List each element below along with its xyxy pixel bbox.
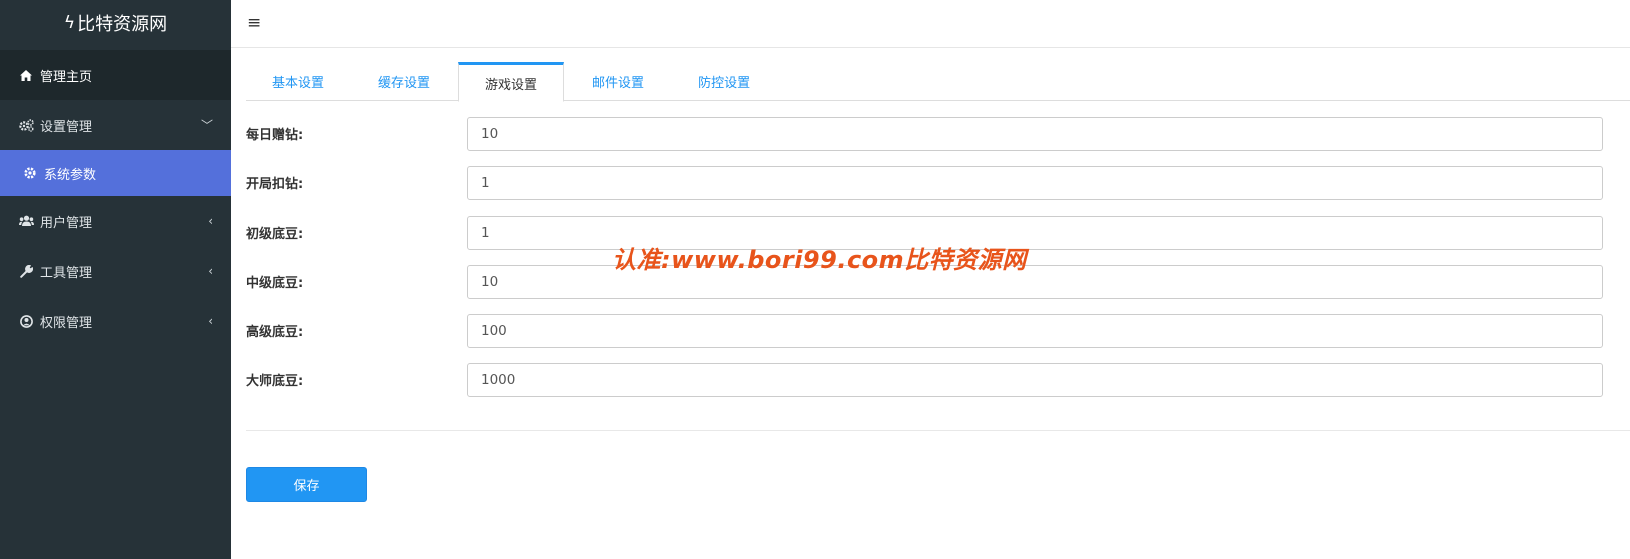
- tab-cache[interactable]: 缓存设置: [352, 62, 456, 101]
- form-row-start-deduct: 开局扣钻:: [246, 163, 1606, 212]
- sidebar-item-label: 用户管理: [40, 215, 93, 231]
- settings-tabs: 基本设置 缓存设置 游戏设置 邮件设置 防控设置: [246, 62, 1630, 102]
- sidebar-item-label: 工具管理: [40, 265, 93, 281]
- menu-toggle-icon[interactable]: ≡: [247, 13, 261, 33]
- field-label: 初级底豆:: [246, 226, 304, 242]
- gears-icon: [18, 118, 34, 132]
- top-bar: ≡: [231, 0, 1630, 48]
- sidebar-item-system-params[interactable]: 系统参数: [0, 150, 231, 196]
- form-row-daily-diamonds: 每日赠钻:: [246, 114, 1606, 163]
- sidebar-item-label: 系统参数: [44, 167, 97, 183]
- tab-security[interactable]: 防控设置: [672, 62, 776, 101]
- home-icon: [18, 69, 34, 81]
- field-label: 每日赠钻:: [246, 128, 304, 143]
- wrench-icon: [18, 264, 34, 278]
- form-row-master-base: 大师底豆:: [246, 360, 1606, 409]
- app-window: ϟ 比特资源网 管理主页 设置管理 ﹀ 系统参数 用户管理 ‹ 工具管理 ‹ 权…: [0, 0, 1630, 559]
- chevron-left-icon: ‹: [208, 214, 213, 228]
- field-label: 大师底豆:: [246, 374, 304, 390]
- chevron-left-icon: ‹: [208, 264, 213, 278]
- gear-icon: [22, 167, 38, 179]
- chevron-left-icon: ‹: [208, 314, 213, 328]
- sidebar-item-settings[interactable]: 设置管理 ﹀: [0, 100, 231, 150]
- user-circle-icon: [18, 314, 34, 328]
- daily-diamonds-input[interactable]: [467, 117, 1603, 151]
- brand-logo[interactable]: ϟ 比特资源网: [0, 0, 231, 46]
- form-row-senior-base: 高级底豆:: [246, 311, 1606, 360]
- users-icon: [18, 215, 34, 227]
- sidebar-menu: 管理主页 设置管理 ﹀ 系统参数 用户管理 ‹ 工具管理 ‹ 权限管理 ‹: [0, 50, 231, 346]
- sidebar-item-home[interactable]: 管理主页: [0, 50, 231, 100]
- watermark: 认准:www.bori99.com比特资源网: [612, 246, 1027, 274]
- bolt-icon: ϟ: [63, 13, 76, 33]
- sidebar-item-label: 管理主页: [40, 69, 93, 85]
- field-label: 中级底豆:: [246, 275, 304, 291]
- tab-mail[interactable]: 邮件设置: [566, 62, 670, 101]
- field-label: 高级底豆:: [246, 325, 304, 341]
- senior-base-input[interactable]: [467, 314, 1603, 349]
- start-deduct-input[interactable]: [467, 166, 1603, 201]
- sidebar: ϟ 比特资源网 管理主页 设置管理 ﹀ 系统参数 用户管理 ‹ 工具管理 ‹ 权…: [0, 0, 231, 559]
- brand-title: 比特资源网: [77, 14, 168, 35]
- sidebar-item-label: 设置管理: [40, 119, 93, 135]
- save-button[interactable]: 保存: [246, 467, 367, 502]
- field-label: 开局扣钻:: [246, 177, 304, 193]
- chevron-down-icon: ﹀: [200, 118, 213, 133]
- master-base-input[interactable]: [467, 363, 1603, 398]
- form-divider: [246, 430, 1630, 431]
- sidebar-item-users[interactable]: 用户管理 ‹: [0, 196, 231, 246]
- sidebar-item-permissions[interactable]: 权限管理 ‹: [0, 296, 231, 346]
- sidebar-item-tools[interactable]: 工具管理 ‹: [0, 246, 231, 296]
- sidebar-item-label: 权限管理: [40, 315, 93, 331]
- tab-basic[interactable]: 基本设置: [246, 62, 350, 101]
- tab-game[interactable]: 游戏设置: [458, 62, 565, 102]
